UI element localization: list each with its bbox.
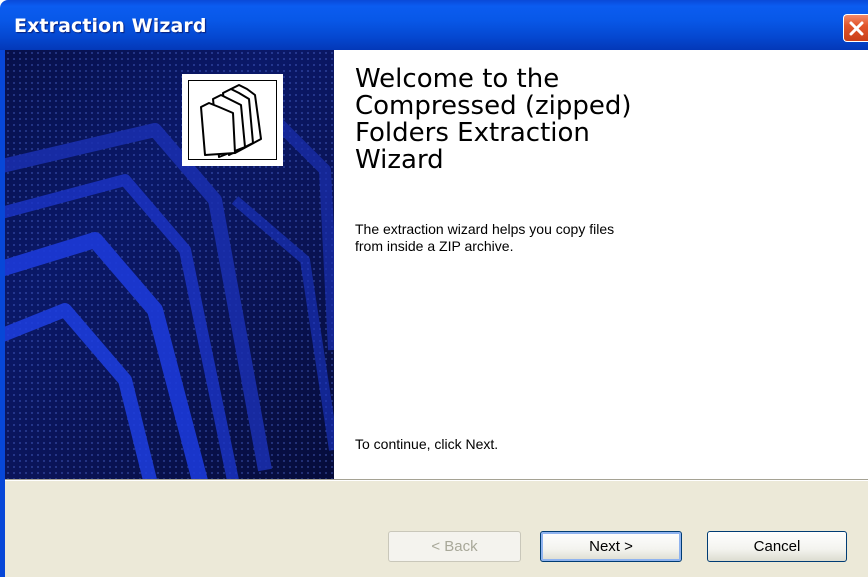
close-button[interactable] [843, 14, 868, 42]
next-button[interactable]: Next > [540, 531, 682, 562]
folders-icon [182, 74, 283, 166]
continue-instruction: To continue, click Next. [355, 436, 499, 452]
window-title: Extraction Wizard [14, 15, 207, 37]
close-icon [849, 21, 864, 36]
title-bar[interactable]: Extraction Wizard [0, 0, 868, 50]
banner-folder-graphic [5, 105, 334, 479]
cancel-button[interactable]: Cancel [707, 531, 847, 562]
wizard-description: The extraction wizard helps you copy fil… [355, 221, 615, 254]
extraction-wizard-window: Extraction Wizard Welcome to the Compres… [0, 0, 868, 577]
back-button[interactable]: < Back [388, 531, 521, 562]
wizard-heading: Welcome to the Compressed (zipped) Folde… [355, 64, 632, 175]
wizard-footer [5, 481, 868, 577]
wizard-banner [5, 50, 334, 479]
